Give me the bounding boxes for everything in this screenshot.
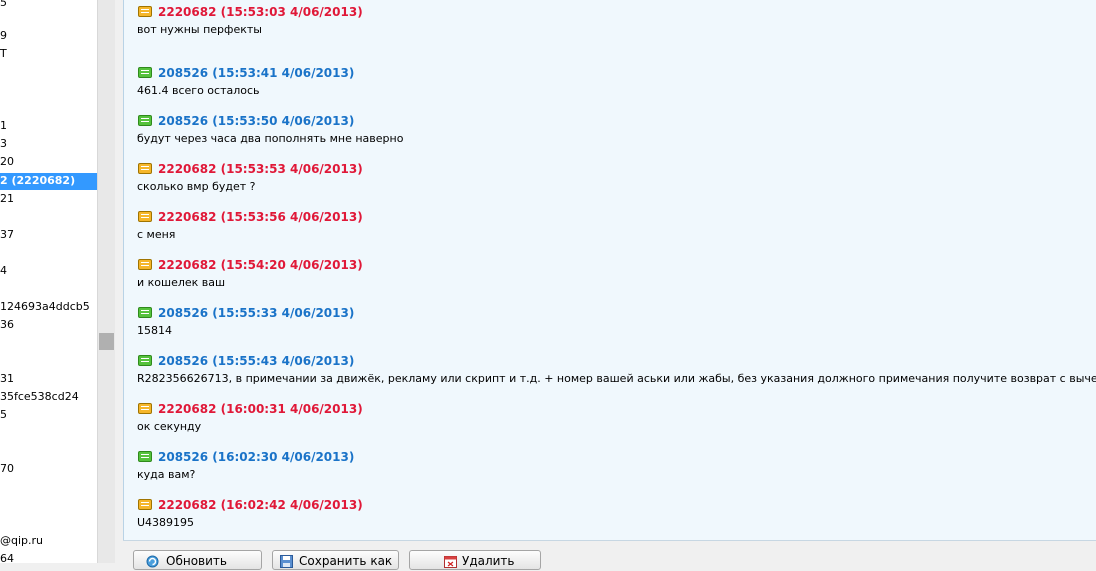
message-header: 2220682 (15:53:56 4/06/2013) — [138, 209, 363, 225]
contact-label: 20 — [0, 155, 14, 168]
save-as-button[interactable]: Сохранить как — [272, 550, 399, 570]
contact-item[interactable]: 3 — [0, 136, 97, 152]
contact-item[interactable]: 36 — [0, 317, 97, 333]
message-sender: 208526 (15:53:50 4/06/2013) — [158, 114, 355, 128]
message-text: вот нужны перфекты — [137, 23, 262, 36]
message-sender: 2220682 (15:53:03 4/06/2013) — [158, 5, 363, 19]
contact-item[interactable]: 21 — [0, 191, 97, 207]
contact-item[interactable]: 124693a4ddcb5 — [0, 299, 97, 315]
contact-item[interactable]: 9 — [0, 28, 97, 44]
user-card-icon — [138, 67, 152, 78]
refresh-label: Обновить — [166, 554, 227, 568]
contact-label: 64 — [0, 552, 14, 563]
contact-label: 21 — [0, 192, 14, 205]
contact-label: T — [0, 47, 7, 60]
message-header: 2220682 (15:53:03 4/06/2013) — [138, 4, 363, 20]
user-card-icon — [138, 259, 152, 270]
pane-splitter[interactable] — [115, 0, 123, 563]
save-icon — [280, 555, 293, 568]
message-sender: 208526 (16:02:30 4/06/2013) — [158, 450, 355, 464]
refresh-button[interactable]: Обновить — [133, 550, 262, 570]
contact-item[interactable]: 5 — [0, 0, 97, 11]
scrollbar-thumb[interactable] — [99, 333, 114, 350]
contact-label: 70 — [0, 462, 14, 475]
message-header: 208526 (15:55:43 4/06/2013) — [138, 353, 354, 369]
contact-item[interactable]: 20 — [0, 154, 97, 170]
user-card-icon — [138, 403, 152, 414]
message-sender: 208526 (15:55:33 4/06/2013) — [158, 306, 355, 320]
contact-label: 4 — [0, 264, 7, 277]
contact-item[interactable]: T — [0, 46, 97, 62]
contact-label: 5 — [0, 408, 7, 421]
contact-item[interactable]: @qip.ru — [0, 533, 97, 549]
message-header: 2220682 (15:53:53 4/06/2013) — [138, 161, 363, 177]
message-sender: 2220682 (15:53:56 4/06/2013) — [158, 210, 363, 224]
message-text: будут через часа два пополнять мне навер… — [137, 132, 404, 145]
message-header: 208526 (16:02:30 4/06/2013) — [138, 449, 354, 465]
message-header: 2220682 (16:02:42 4/06/2013) — [138, 497, 363, 513]
refresh-icon — [146, 555, 159, 568]
bottom-toolbar: Обновить Сохранить как Удалить — [123, 540, 1096, 570]
contact-item[interactable]: 64 — [0, 551, 97, 563]
user-card-icon — [138, 211, 152, 222]
message-sender: 2220682 (16:00:31 4/06/2013) — [158, 402, 363, 416]
message-text: 461.4 всего осталось — [137, 84, 260, 97]
delete-label: Удалить — [462, 554, 515, 568]
contact-label: 5 — [0, 0, 7, 9]
contact-item[interactable]: 5 — [0, 407, 97, 423]
contact-label: 1 — [0, 119, 7, 132]
contact-label: @qip.ru — [0, 534, 44, 547]
user-card-icon — [138, 355, 152, 366]
message-header: 2220682 (15:54:20 4/06/2013) — [138, 257, 363, 273]
contact-label: 35fce538cd24 — [0, 390, 79, 403]
contact-item[interactable]: 4 — [0, 263, 97, 279]
message-sender: 208526 (15:53:41 4/06/2013) — [158, 66, 355, 80]
message-header: 2220682 (16:00:31 4/06/2013) — [138, 401, 363, 417]
message-text: и кошелек ваш — [137, 276, 226, 289]
user-card-icon — [138, 307, 152, 318]
contact-list-scrollbar[interactable] — [97, 0, 115, 563]
contact-item[interactable]: 35fce538cd24 — [0, 389, 97, 405]
contact-item[interactable]: 70 — [0, 461, 97, 477]
contact-item[interactable]: 37 — [0, 227, 97, 243]
message-text: ок секунду — [137, 420, 202, 433]
contact-label: 9 — [0, 29, 7, 42]
message-sender: 2220682 (16:02:42 4/06/2013) — [158, 498, 363, 512]
contact-label: 124693a4ddcb5 — [0, 300, 90, 313]
contact-label: 2 (2220682) — [0, 174, 76, 187]
contact-item[interactable]: 31 — [0, 371, 97, 387]
contact-item-selected[interactable]: 2 (2220682) — [0, 173, 97, 190]
contact-label: 31 — [0, 372, 14, 385]
user-card-icon — [138, 499, 152, 510]
user-card-icon — [138, 451, 152, 462]
save-as-label: Сохранить как — [299, 554, 393, 568]
message-sender: 208526 (15:55:43 4/06/2013) — [158, 354, 355, 368]
user-card-icon — [138, 6, 152, 17]
chat-history: 2220682 (15:53:03 4/06/2013) вот нужны п… — [123, 0, 1096, 540]
message-sender: 2220682 (15:54:20 4/06/2013) — [158, 258, 363, 272]
user-card-icon — [138, 163, 152, 174]
contact-label: 3 — [0, 137, 7, 150]
message-sender: 2220682 (15:53:53 4/06/2013) — [158, 162, 363, 176]
message-text: сколько вмр будет ? — [137, 180, 256, 193]
contact-list: 5 9 T 1 3 20 2 (2220682) 21 37 4 124693a… — [0, 0, 97, 563]
message-text: с меня — [137, 228, 176, 241]
contact-item[interactable]: 1 — [0, 118, 97, 134]
message-header: 208526 (15:55:33 4/06/2013) — [138, 305, 354, 321]
message-text: U4389195 — [137, 516, 195, 529]
contact-label: 36 — [0, 318, 14, 331]
message-text: 15814 — [137, 324, 172, 337]
contact-label: 37 — [0, 228, 14, 241]
user-card-icon — [138, 115, 152, 126]
message-text: R282356626713, в примечании за движёк, р… — [137, 372, 1096, 385]
message-text: куда вам? — [137, 468, 196, 481]
message-header: 208526 (15:53:50 4/06/2013) — [138, 113, 354, 129]
message-header: 208526 (15:53:41 4/06/2013) — [138, 65, 354, 81]
delete-calendar-icon — [444, 556, 457, 568]
delete-button[interactable]: Удалить — [409, 550, 541, 570]
